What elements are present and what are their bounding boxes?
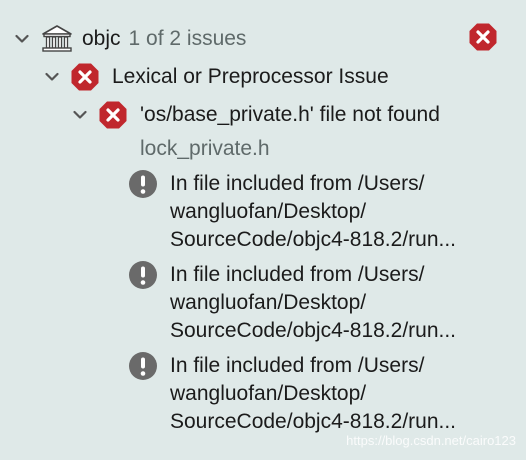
note-line: wangluofan/Desktop/: [170, 200, 367, 223]
exclamation-circle-icon: [128, 260, 158, 290]
note-item[interactable]: In file included from /Users/ wangluofan…: [128, 170, 456, 254]
chevron-down-icon[interactable]: [42, 67, 62, 87]
note-line: wangluofan/Desktop/: [170, 382, 367, 405]
issue-group-label: Lexical or Preprocessor Issue: [112, 65, 389, 88]
note-line: In file included from /Users/: [170, 354, 425, 377]
note-line: SourceCode/objc4-818.2/run...: [170, 319, 457, 342]
note-item[interactable]: In file included from /Users/ wangluofan…: [128, 352, 456, 436]
note-line: In file included from /Users/: [170, 172, 425, 195]
note-line: In file included from /Users/: [170, 263, 425, 286]
project-name: objc: [82, 27, 121, 50]
error-icon: [98, 100, 128, 130]
watermark: https://blog.csdn.net/cairo123: [346, 433, 516, 448]
issue-count: 1 of 2 issues: [128, 27, 247, 50]
error-file-name[interactable]: lock_private.h: [140, 136, 270, 162]
error-message: 'os/base_private.h' file not found: [140, 103, 440, 126]
error-row[interactable]: 'os/base_private.h' file not found: [70, 100, 440, 130]
error-badge-icon: [468, 22, 498, 52]
issue-root-row[interactable]: objc 1 of 2 issues: [12, 24, 512, 54]
building-columns-icon: [40, 24, 74, 54]
chevron-down-icon[interactable]: [12, 29, 32, 49]
exclamation-circle-icon: [128, 169, 158, 199]
note-item[interactable]: In file included from /Users/ wangluofan…: [128, 261, 456, 345]
error-icon: [70, 62, 100, 92]
note-line: wangluofan/Desktop/: [170, 291, 367, 314]
chevron-down-icon[interactable]: [70, 105, 90, 125]
note-line: SourceCode/objc4-818.2/run...: [170, 410, 457, 433]
exclamation-circle-icon: [128, 351, 158, 381]
note-line: SourceCode/objc4-818.2/run...: [170, 228, 457, 251]
issue-group-row[interactable]: Lexical or Preprocessor Issue: [42, 62, 389, 92]
